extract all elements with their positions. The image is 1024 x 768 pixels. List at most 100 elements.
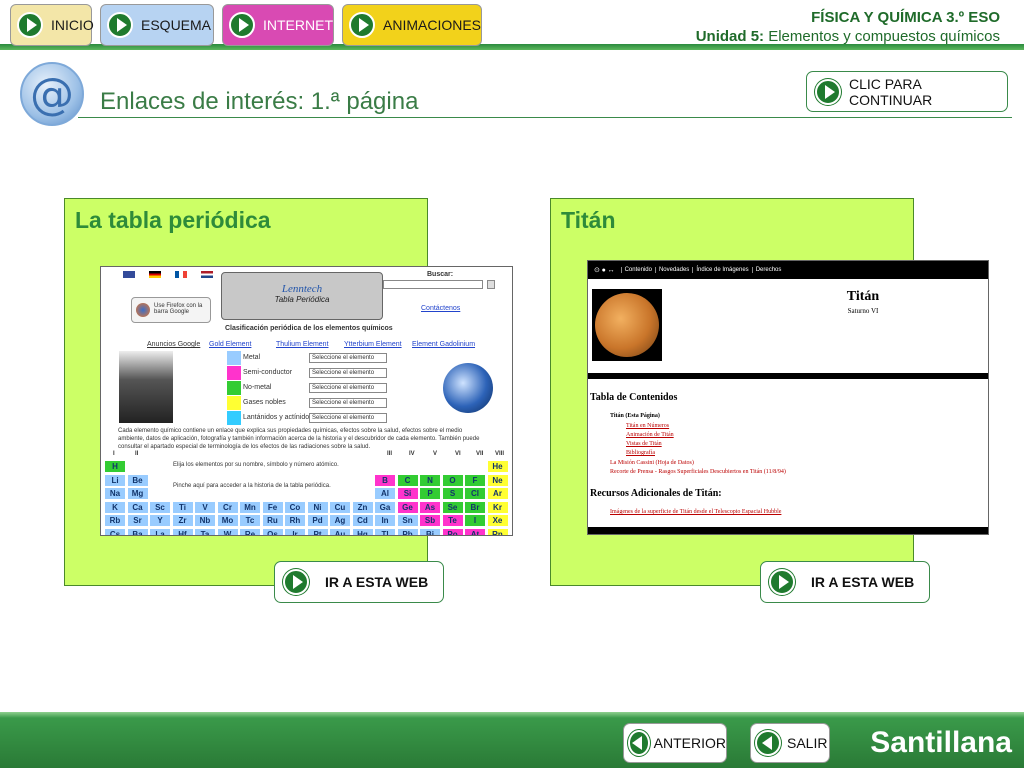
titan-preview[interactable]: ⊙ ● ↔ Contenido Novedades Índice de Imág…	[587, 260, 989, 535]
element-select[interactable]: Seleccione el elemento	[309, 383, 387, 393]
element-cell[interactable]: N	[420, 474, 440, 486]
element-cell[interactable]: O	[442, 474, 463, 486]
element-cell[interactable]: Cu	[330, 501, 350, 513]
nav-esquema-button[interactable]: ESQUEMA	[100, 4, 214, 46]
element-cell[interactable]: P	[420, 488, 440, 499]
element-cell[interactable]: Ta	[195, 528, 215, 535]
element-cell[interactable]: Cs	[105, 528, 125, 535]
element-cell[interactable]: Pd	[307, 515, 328, 526]
element-cell[interactable]: Hf	[172, 528, 193, 535]
menu-item[interactable]: Contenido	[620, 267, 655, 273]
menu-item[interactable]: Derechos	[751, 267, 785, 273]
element-cell[interactable]: Kr	[487, 501, 508, 513]
element-cell[interactable]: C	[397, 474, 418, 486]
element-cell[interactable]: F	[465, 474, 485, 486]
element-cell[interactable]: Zr	[172, 515, 193, 526]
periodic-table-open-button[interactable]: IR A ESTA WEB	[274, 561, 444, 603]
toc-link[interactable]: Bibliografía	[626, 450, 655, 456]
toc-link[interactable]: Vistas de Titán	[626, 441, 662, 447]
element-cell[interactable]: Pt	[307, 528, 328, 535]
element-cell[interactable]: B	[375, 474, 395, 486]
element-cell[interactable]: Ar	[487, 488, 508, 499]
element-cell[interactable]: Ga	[375, 501, 395, 513]
element-select[interactable]: Seleccione el elemento	[309, 413, 387, 423]
element-cell[interactable]: Br	[465, 501, 485, 513]
element-cell[interactable]: K	[105, 501, 125, 513]
element-cell[interactable]: Pb	[397, 528, 418, 535]
element-cell[interactable]: Ge	[397, 501, 418, 513]
element-cell[interactable]: Ru	[262, 515, 283, 526]
element-cell[interactable]: Rh	[285, 515, 305, 526]
ytterbium-link[interactable]: Ytterbium Element	[344, 341, 402, 348]
element-cell[interactable]: La	[150, 528, 170, 535]
element-cell[interactable]: H	[105, 461, 125, 472]
menu-item[interactable]: Novedades	[654, 267, 692, 273]
element-cell[interactable]: In	[375, 515, 395, 526]
menu-item[interactable]: Índice de Imágenes	[692, 267, 751, 273]
element-cell[interactable]: Na	[105, 488, 125, 499]
firefox-badge[interactable]: Use Firefox con la barra Google	[131, 297, 211, 323]
element-cell[interactable]: Sr	[127, 515, 148, 526]
element-cell[interactable]: Co	[285, 501, 305, 513]
element-cell[interactable]: S	[442, 488, 463, 499]
element-cell[interactable]: Y	[150, 515, 170, 526]
contact-link[interactable]: Contáctenos	[421, 305, 460, 312]
element-cell[interactable]: I	[465, 515, 485, 526]
element-cell[interactable]: Mo	[217, 515, 238, 526]
element-cell[interactable]: Sb	[420, 515, 440, 526]
element-cell[interactable]: Rb	[105, 515, 125, 526]
element-cell[interactable]: Tc	[240, 515, 260, 526]
element-cell[interactable]: Re	[240, 528, 260, 535]
ads-link[interactable]: Anuncios Google	[147, 341, 200, 348]
element-cell[interactable]: Hg	[352, 528, 373, 535]
gadolinium-link[interactable]: Element Gadolinium	[412, 341, 475, 348]
element-cell[interactable]: Be	[127, 474, 148, 486]
element-cell[interactable]: Ag	[330, 515, 350, 526]
element-cell[interactable]: Mn	[240, 501, 260, 513]
element-cell[interactable]: Tl	[375, 528, 395, 535]
element-cell[interactable]: Cr	[217, 501, 238, 513]
element-cell[interactable]: Ba	[127, 528, 148, 535]
element-cell[interactable]: Fe	[262, 501, 283, 513]
periodic-table-preview[interactable]: Use Firefox con la barra Google Lenntech…	[100, 266, 513, 536]
element-cell[interactable]: Po	[442, 528, 463, 535]
element-cell[interactable]: Se	[442, 501, 463, 513]
element-cell[interactable]: Ne	[487, 474, 508, 486]
toc-link[interactable]: Recorte de Prensa - Rasgos Superficiales…	[610, 469, 786, 475]
gold-link[interactable]: Gold Element	[209, 341, 251, 348]
element-cell[interactable]: Au	[330, 528, 350, 535]
element-cell[interactable]: Zn	[352, 501, 373, 513]
toc-link[interactable]: La Misión Cassini (Hoja de Datos)	[610, 460, 694, 466]
search-input[interactable]	[383, 280, 483, 289]
element-cell[interactable]: Si	[397, 488, 418, 499]
element-select[interactable]: Seleccione el elemento	[309, 398, 387, 408]
element-cell[interactable]: Al	[375, 488, 395, 499]
element-cell[interactable]: Mg	[127, 488, 148, 499]
resource-link[interactable]: Imágenes de la superficie de Titán desde…	[610, 509, 781, 515]
element-cell[interactable]: W	[217, 528, 238, 535]
element-cell[interactable]: Rn	[487, 528, 508, 535]
element-cell[interactable]: Ir	[285, 528, 305, 535]
element-select[interactable]: Seleccione el elemento	[309, 368, 387, 378]
element-cell[interactable]: Ni	[307, 501, 328, 513]
element-cell[interactable]: Nb	[195, 515, 215, 526]
element-cell[interactable]: Ti	[172, 501, 193, 513]
element-cell[interactable]: Te	[442, 515, 463, 526]
element-cell[interactable]: Sn	[397, 515, 418, 526]
search-dropdown-icon[interactable]	[487, 280, 495, 289]
thulium-link[interactable]: Thulium Element	[276, 341, 329, 348]
element-cell[interactable]: Li	[105, 474, 125, 486]
nav-internet-button[interactable]: INTERNET	[222, 4, 334, 46]
element-cell[interactable]: He	[487, 461, 508, 472]
nav-animaciones-button[interactable]: ANIMACIONES	[342, 4, 482, 46]
continue-button[interactable]: CLIC PARA CONTINUAR	[806, 71, 1008, 112]
element-cell[interactable]: Sc	[150, 501, 170, 513]
nav-inicio-button[interactable]: INICIO	[10, 4, 94, 46]
previous-button[interactable]: ANTERIOR	[623, 723, 727, 763]
element-cell[interactable]: As	[420, 501, 440, 513]
element-cell[interactable]: Cl	[465, 488, 485, 499]
history-link[interactable]: Pinche aquí para acceder a la historia d…	[173, 483, 373, 489]
element-select[interactable]: Seleccione el elemento	[309, 353, 387, 363]
element-cell[interactable]: At	[465, 528, 485, 535]
element-cell[interactable]: Cd	[352, 515, 373, 526]
